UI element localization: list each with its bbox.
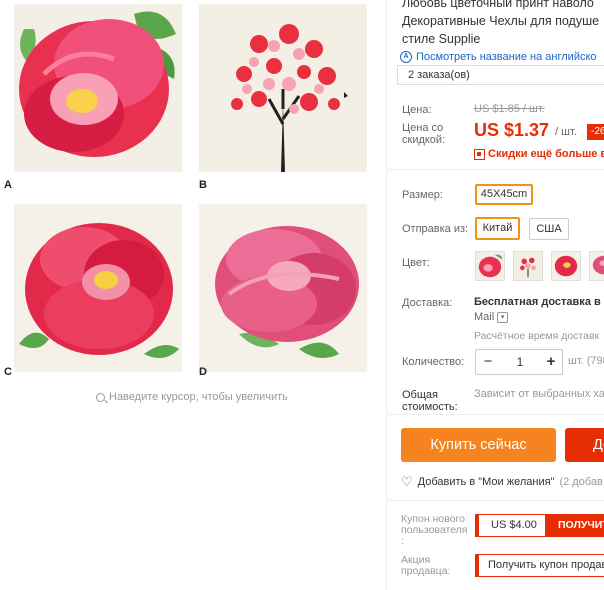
total-separator	[387, 414, 604, 415]
orders-count: 2 заказа(ов)	[397, 65, 604, 85]
color-swatch-b[interactable]	[513, 251, 543, 281]
discount-price: US $1.37	[474, 120, 550, 140]
total-label: Общая стоимость:	[402, 389, 458, 413]
image-label-a: A	[4, 179, 12, 191]
discount-badge: -26	[587, 124, 604, 140]
new-user-coupon-label: Купон нового пользователя :	[401, 513, 468, 547]
original-price: US $1.85 / шт.	[474, 103, 545, 115]
seller-coupon-button[interactable]: Получить купон продав	[475, 554, 604, 577]
ship-from-china[interactable]: Китай	[475, 217, 520, 240]
delivery-carrier-select[interactable]: Mail ▾	[474, 311, 509, 323]
price-separator	[387, 169, 604, 170]
product-image-c[interactable]	[14, 204, 182, 372]
heart-icon: ♡	[401, 474, 413, 489]
size-label: Размер:	[402, 189, 443, 201]
quantity-minus-button[interactable]: −	[476, 350, 500, 374]
zoom-hint: Наведите курсор, чтобы увеличить	[96, 391, 288, 403]
buy-now-button[interactable]: Купить сейчас	[401, 428, 556, 462]
image-label-d: D	[199, 366, 207, 378]
image-label-b: B	[199, 179, 207, 191]
quantity-available: шт. (798	[568, 355, 604, 367]
ship-from-usa[interactable]: США	[529, 218, 569, 240]
coupon-amount: US $4.00	[491, 519, 537, 531]
color-swatch-d[interactable]	[589, 251, 604, 281]
chevron-down-icon[interactable]: ▾	[497, 311, 509, 323]
get-coupon-button[interactable]: ПОЛУЧИТ	[545, 514, 604, 537]
quantity-label: Количество:	[402, 356, 465, 368]
seller-promo-label: Акция продавца:	[401, 554, 451, 577]
product-title: Любовь цветочный принт наволо Декоративн…	[402, 0, 600, 46]
translate-icon: A	[400, 51, 412, 63]
product-info-panel: Любовь цветочный принт наволо Декоративн…	[387, 0, 604, 590]
magnifier-icon	[96, 392, 105, 402]
delivery-method: Бесплатная доставка в R	[474, 296, 604, 308]
quantity-stepper: − 1 +	[475, 349, 563, 375]
delivery-time: Расчётное время доставк	[474, 330, 600, 342]
zoom-hint-text: Наведите курсор, чтобы увеличить	[109, 391, 288, 403]
ship-from-label: Отправка из:	[402, 223, 469, 235]
color-swatch-a[interactable]	[475, 251, 505, 281]
add-to-cart-button[interactable]: До	[565, 428, 604, 462]
price-label: Цена:	[402, 104, 432, 116]
quantity-plus-button[interactable]: +	[540, 350, 562, 374]
new-user-coupon: US $4.00 ПОЛУЧИТ	[475, 514, 604, 537]
color-swatch-c[interactable]	[551, 251, 581, 281]
price-unit: / шт.	[555, 126, 577, 138]
size-option-45x45[interactable]: 45X45cm	[475, 184, 533, 205]
product-image-b[interactable]	[199, 4, 367, 172]
product-image-a[interactable]	[14, 4, 182, 172]
add-to-wishlist-link[interactable]: ♡ Добавить в "Мои желания" (2 добав	[401, 474, 603, 490]
quantity-input[interactable]: 1	[500, 350, 540, 374]
discount-price-label: Цена со скидкой:	[402, 122, 446, 146]
delivery-label: Доставка:	[402, 297, 453, 309]
qr-icon	[474, 148, 485, 160]
color-label: Цвет:	[402, 257, 430, 269]
more-discounts-link[interactable]: Скидки ещё больше в п	[474, 148, 604, 160]
product-image-d[interactable]	[199, 204, 367, 372]
translate-link[interactable]: A Посмотреть название на английско	[400, 51, 597, 63]
product-gallery: A B C D Наведите курсор, чтобы увеличить	[0, 0, 386, 590]
coupon-separator	[387, 500, 604, 501]
image-label-c: C	[4, 366, 12, 378]
total-value: Зависит от выбранных хар	[474, 388, 604, 400]
